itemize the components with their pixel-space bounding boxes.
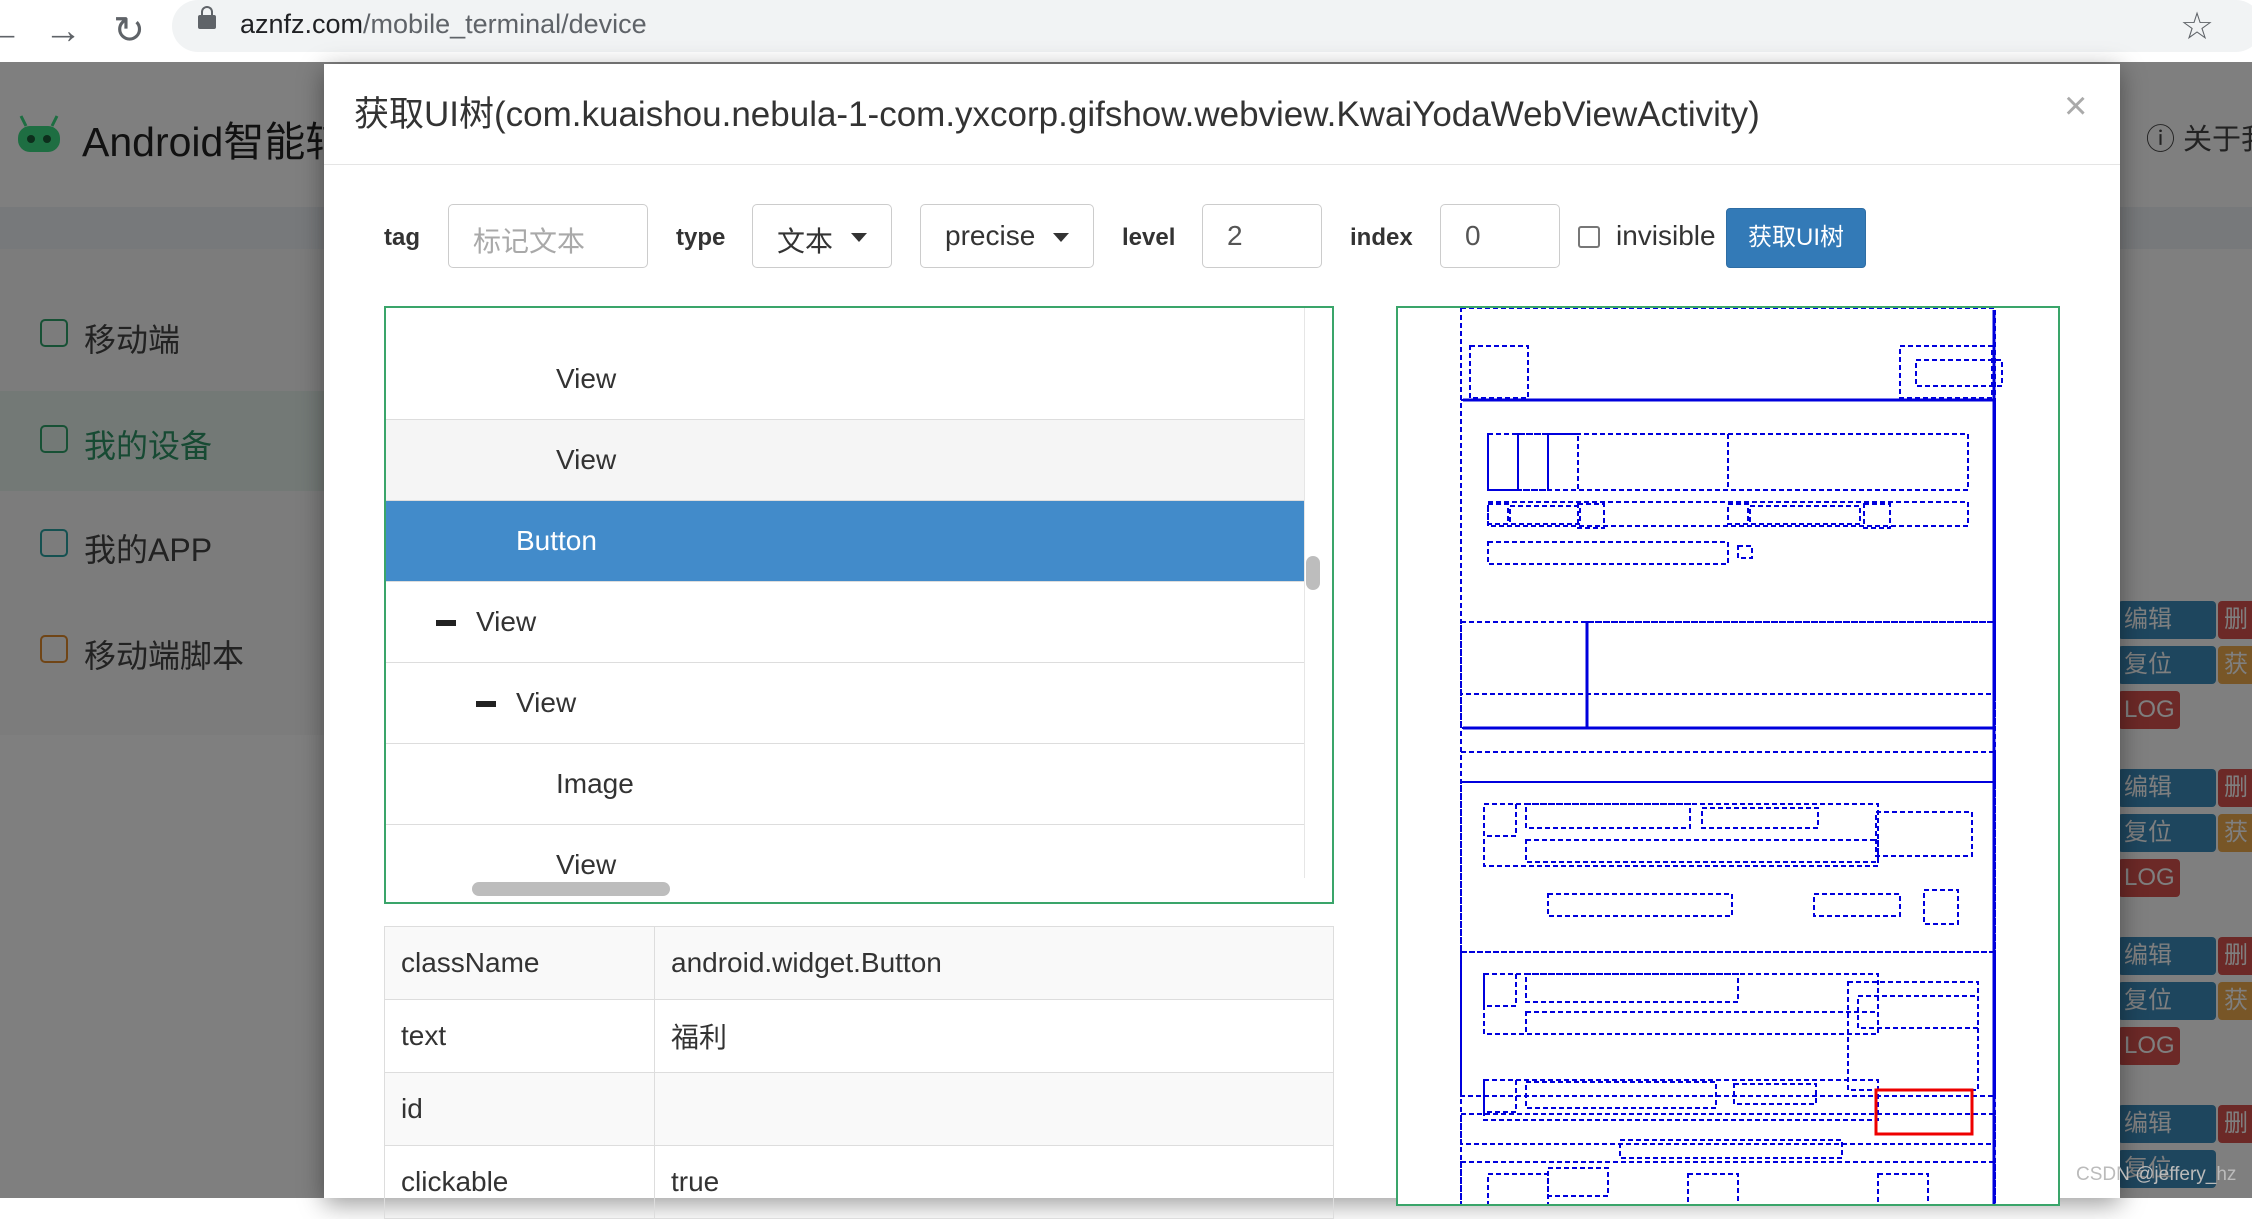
collapse-icon[interactable]: [476, 701, 496, 707]
modal-header: 获取UI树(com.kuaishou.nebula-1-com.yxcorp.g…: [324, 64, 2120, 165]
tag-input[interactable]: 标记文本: [448, 204, 648, 268]
property-value: [654, 1072, 1334, 1146]
url-path: /mobile_terminal/device: [363, 9, 647, 39]
chevron-down-icon: [1053, 233, 1069, 242]
level-input[interactable]: 2: [1202, 204, 1322, 268]
match-mode-select[interactable]: precise: [920, 204, 1094, 268]
forward-icon[interactable]: →: [38, 6, 88, 56]
level-value: 2: [1227, 220, 1243, 251]
watermark: CSDN @jeffery_hz: [2076, 1164, 2237, 1185]
ui-tree-modal: 获取UI树(com.kuaishou.nebula-1-com.yxcorp.g…: [324, 64, 2120, 1219]
chevron-down-icon: [851, 233, 867, 242]
property-value: android.widget.Button: [654, 926, 1334, 1000]
node-bounds-overlay: [1460, 308, 2003, 1204]
modal-title: 获取UI树(com.kuaishou.nebula-1-com.yxcorp.g…: [354, 95, 1760, 134]
index-value: 0: [1465, 220, 1481, 251]
url-text[interactable]: aznfz.com/mobile_terminal/device: [240, 9, 647, 40]
reload-icon[interactable]: ↻: [104, 6, 154, 56]
tree-row[interactable]: View: [386, 420, 1304, 501]
screen-preview[interactable]: [1396, 306, 2060, 1206]
vertical-scrollbar[interactable]: [1306, 556, 1320, 590]
property-key: clickable: [384, 1145, 655, 1219]
tag-placeholder: 标记文本: [473, 226, 586, 257]
index-label: index: [1350, 224, 1413, 251]
type-select[interactable]: 文本: [752, 204, 892, 268]
invisible-checkbox[interactable]: [1578, 226, 1600, 248]
node-properties-table: className android.widget.Button text 福利 …: [384, 926, 1334, 1219]
vertical-scroll-track: [1304, 308, 1305, 878]
tree-node-label: View: [556, 444, 617, 475]
tree-row-selected[interactable]: Button: [386, 501, 1304, 582]
table-row: clickable true: [384, 1145, 1334, 1219]
get-ui-tree-button[interactable]: 获取UI树: [1726, 208, 1866, 268]
tree-row[interactable]: View: [386, 339, 1304, 420]
type-selected-value: 文本: [777, 226, 834, 257]
level-label: level: [1122, 224, 1176, 251]
tree-node-label: View: [476, 606, 537, 637]
match-mode-value: precise: [945, 220, 1036, 251]
tree-row[interactable]: Image: [386, 744, 1304, 825]
property-value: 福利: [654, 999, 1334, 1073]
table-row: className android.widget.Button: [384, 926, 1334, 1000]
url-domain: aznfz.com: [240, 9, 364, 39]
collapse-icon[interactable]: [436, 620, 456, 626]
bookmark-star-icon[interactable]: ☆: [2180, 4, 2214, 49]
browser-toolbar: ← → ↻ aznfz.com/mobile_terminal/device ☆: [0, 0, 2252, 63]
table-row: text 福利: [384, 999, 1334, 1073]
tree-node-label: View: [516, 687, 577, 718]
property-key: text: [384, 999, 655, 1073]
property-key: id: [384, 1072, 655, 1146]
horizontal-scrollbar[interactable]: [472, 882, 670, 896]
invisible-label: invisible: [1616, 220, 1716, 251]
property-key: className: [384, 926, 655, 1000]
tree-node-label: Image: [556, 768, 634, 799]
tree-node-label: View: [556, 363, 617, 394]
index-input[interactable]: 0: [1440, 204, 1560, 268]
back-icon[interactable]: ←: [0, 6, 28, 56]
property-value: true: [654, 1145, 1334, 1219]
tree-row[interactable]: View: [386, 663, 1304, 744]
tree-node-label: View: [556, 849, 617, 880]
type-label: type: [676, 224, 726, 251]
tree-row[interactable]: View: [386, 582, 1304, 663]
close-icon[interactable]: ×: [2064, 84, 2087, 129]
lock-icon: [198, 6, 216, 29]
tag-label: tag: [384, 224, 420, 251]
ui-tree-panel[interactable]: View View Button View View Image View: [384, 306, 1334, 904]
table-row: id: [384, 1072, 1334, 1146]
tree-node-label: Button: [516, 525, 597, 556]
